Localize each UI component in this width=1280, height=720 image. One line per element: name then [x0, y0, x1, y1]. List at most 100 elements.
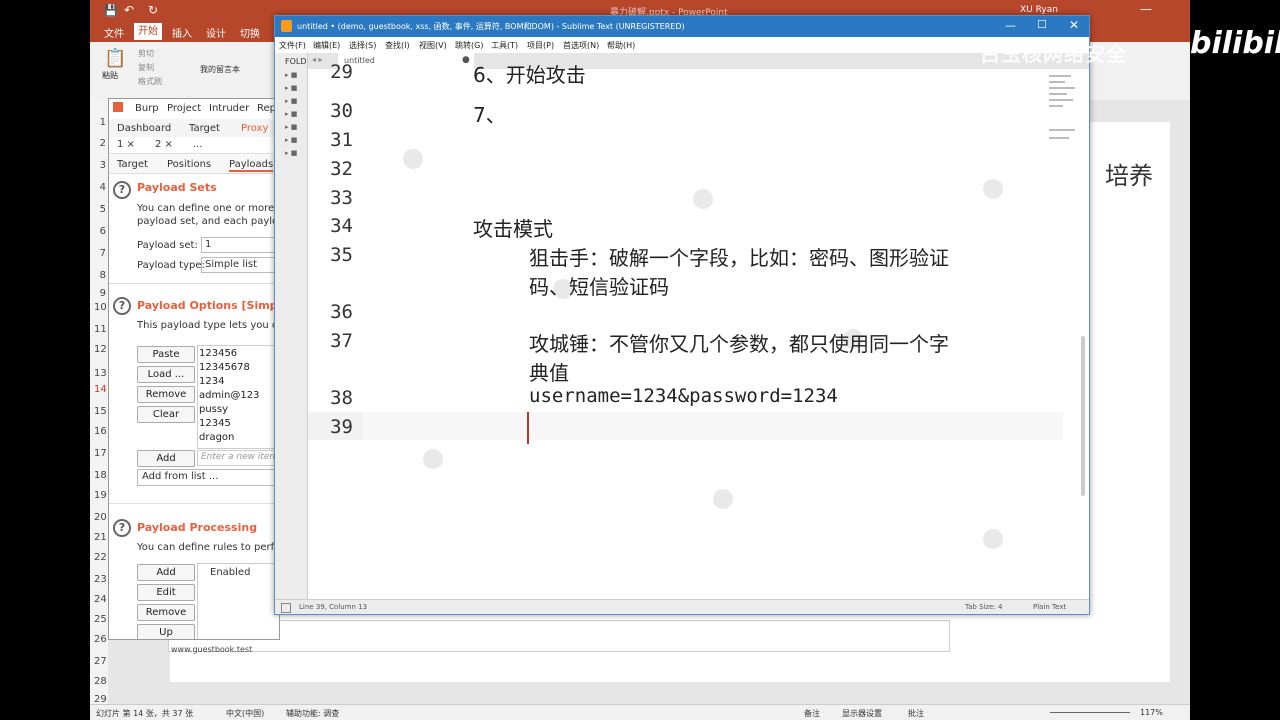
menu-edit[interactable]: 编辑(E): [313, 40, 340, 51]
undo-icon[interactable]: ↶: [124, 3, 134, 17]
list-item[interactable]: 1234: [199, 376, 224, 387]
list-item[interactable]: 12345678: [199, 362, 250, 373]
menu-goto[interactable]: 跳转(G): [455, 40, 483, 51]
format-painter-button[interactable]: 格式刷: [138, 76, 162, 87]
menu-project[interactable]: 项目(P): [527, 40, 554, 51]
burp-attack-tabs: 1 × 2 × ...: [109, 137, 279, 154]
ppt-tab-file[interactable]: 文件: [104, 25, 124, 40]
list-item[interactable]: dragon: [199, 432, 234, 443]
burp-logo-icon: [113, 102, 123, 112]
column-enabled: Enabled: [210, 567, 251, 578]
paste-icon[interactable]: 📋: [104, 48, 126, 69]
burp-menu-intruder[interactable]: Intruder: [209, 103, 249, 114]
folders-label: FOLD: [285, 57, 307, 66]
menu-find[interactable]: 查找(I): [385, 40, 410, 51]
line-number: 30: [330, 100, 353, 122]
processing-edit-button[interactable]: Edit: [137, 584, 195, 601]
folder-icon[interactable]: ▸ ■: [285, 149, 297, 157]
tab-target[interactable]: Target: [189, 123, 220, 134]
display-settings-button[interactable]: 显示器设置: [842, 708, 882, 719]
folder-icon[interactable]: ▸ ■: [285, 84, 297, 92]
line-number: 29: [330, 61, 353, 83]
payload-set-select[interactable]: 1: [201, 237, 279, 253]
folder-icon[interactable]: ▸ ■: [285, 123, 297, 131]
list-item[interactable]: 123456: [199, 348, 237, 359]
help-icon[interactable]: ?: [113, 519, 131, 537]
burp-menu-burp[interactable]: Burp: [135, 103, 159, 114]
processing-up-button[interactable]: Up: [137, 624, 195, 639]
add-from-list-select[interactable]: Add from list ...: [137, 469, 279, 486]
list-item[interactable]: 12345: [199, 418, 231, 429]
unsaved-dot-icon[interactable]: ●: [462, 55, 470, 65]
help-icon[interactable]: ?: [113, 181, 131, 199]
processing-rules-table[interactable]: Enabled: [197, 563, 279, 639]
line-number: 37: [330, 330, 353, 352]
subtab-target[interactable]: Target: [117, 159, 148, 170]
burp-menu-project[interactable]: Project: [167, 103, 201, 114]
close-icon[interactable]: ✕: [1069, 18, 1079, 32]
folder-icon[interactable]: ▸ ■: [285, 71, 297, 79]
minimap-line: [1049, 105, 1063, 107]
clear-button[interactable]: Clear: [137, 406, 195, 423]
slide-count: 幻灯片 第 14 张，共 37 张: [96, 709, 194, 718]
syntax-mode[interactable]: Plain Text: [1033, 603, 1066, 611]
menu-preferences[interactable]: 首选项(N): [563, 40, 599, 51]
sublime-status-bar: Line 39, Column 13 Tab Size: 4 Plain Tex…: [275, 599, 1089, 614]
menu-tools[interactable]: 工具(T): [491, 40, 518, 51]
folder-icon[interactable]: ▸ ■: [285, 136, 297, 144]
current-line: [363, 412, 1063, 440]
menu-file[interactable]: 文件(F): [279, 40, 306, 51]
zoom-level[interactable]: 117%: [1140, 708, 1163, 717]
processing-add-button[interactable]: Add: [137, 564, 195, 581]
subtab-payloads[interactable]: Payloads: [229, 159, 274, 172]
attack-tab-2[interactable]: 2 ×: [155, 139, 173, 150]
copy-button[interactable]: 复制: [138, 62, 154, 73]
attack-tab-1[interactable]: 1 ×: [117, 139, 135, 150]
list-item[interactable]: pussy: [199, 404, 228, 415]
tab-dashboard[interactable]: Dashboard: [117, 123, 171, 134]
minimap-line: [1049, 93, 1067, 95]
zoom-slider[interactable]: [1050, 712, 1130, 713]
attack-tab-more[interactable]: ...: [193, 139, 203, 150]
sublime-sidebar[interactable]: FOLD ▸ ■ ▸ ■ ▸ ■ ▸ ■ ▸ ■ ▸ ■ ▸ ■: [275, 53, 308, 601]
scrollbar[interactable]: [1081, 336, 1085, 496]
payload-type-select[interactable]: Simple list: [201, 257, 279, 273]
help-icon[interactable]: ?: [113, 297, 131, 315]
comments-button[interactable]: 批注: [908, 708, 924, 719]
paste-button[interactable]: Paste: [137, 346, 195, 363]
tab-size[interactable]: Tab Size: 4: [965, 603, 1002, 611]
maximize-icon[interactable]: ☐: [1037, 18, 1047, 31]
load-button[interactable]: Load ...: [137, 366, 195, 383]
menu-selection[interactable]: 选择(S): [349, 40, 376, 51]
menu-help[interactable]: 帮助(H): [607, 40, 635, 51]
language[interactable]: 中文(中国): [226, 708, 264, 719]
cut-button[interactable]: 剪切: [138, 48, 154, 59]
menu-view[interactable]: 视图(V): [419, 40, 447, 51]
sublime-minimap[interactable]: [1045, 71, 1085, 151]
folder-icon[interactable]: ▸ ■: [285, 97, 297, 105]
panel-toggle-icon[interactable]: [281, 603, 291, 613]
minimize-icon[interactable]: —: [1005, 19, 1016, 32]
save-icon[interactable]: 💾: [104, 4, 118, 17]
add-button[interactable]: Add: [137, 450, 195, 467]
code-line: 狙击手：破解一个字段，比如：密码、图形验证: [529, 246, 949, 270]
accessibility-status[interactable]: 辅助功能: 调查: [286, 708, 339, 719]
minimize-icon[interactable]: —: [1140, 2, 1152, 16]
folder-icon[interactable]: ▸ ■: [285, 110, 297, 118]
ppt-tab-home[interactable]: 开始: [134, 23, 162, 40]
notes-button[interactable]: 备注: [804, 708, 820, 719]
sublime-editor[interactable]: 6、开始攻击 7、 攻击模式 狙击手：破解一个字段，比如：密码、图形验证 码、短…: [363, 63, 1063, 601]
line-number: 27: [94, 656, 107, 667]
tab-proxy[interactable]: Proxy: [241, 123, 268, 134]
paste-label[interactable]: 粘贴: [102, 70, 118, 81]
ppt-tab-design[interactable]: 设计: [206, 25, 226, 40]
processing-remove-button[interactable]: Remove: [137, 604, 195, 621]
ppt-tab-insert[interactable]: 插入: [172, 25, 192, 40]
list-item[interactable]: admin@123: [199, 390, 259, 401]
subtab-positions[interactable]: Positions: [167, 159, 211, 170]
tab-untitled[interactable]: untitled ●: [338, 53, 474, 69]
ppt-tab-transitions[interactable]: 切换: [240, 25, 260, 40]
remove-button[interactable]: Remove: [137, 386, 195, 403]
new-item-input[interactable]: Enter a new item: [197, 450, 279, 466]
redo-icon[interactable]: ↻: [148, 3, 158, 17]
